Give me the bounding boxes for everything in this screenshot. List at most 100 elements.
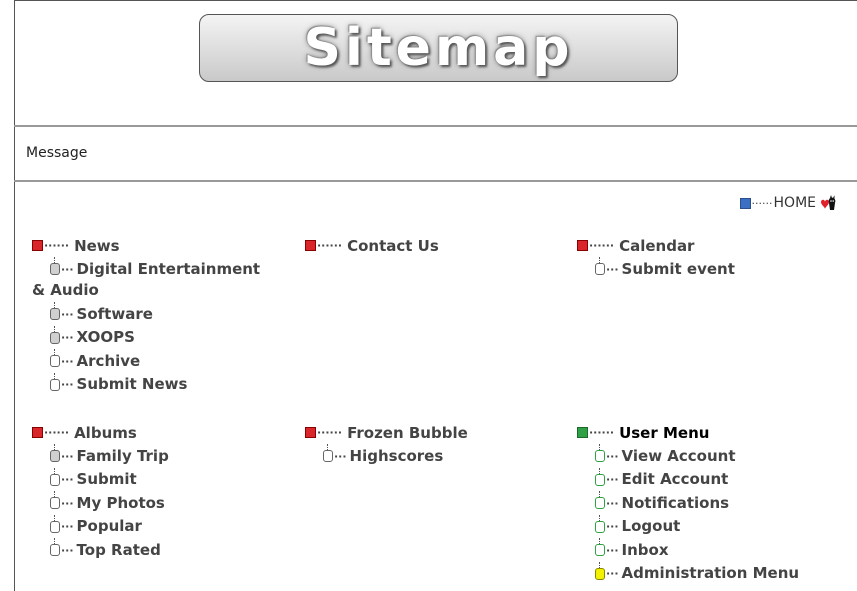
connector-dots: ···: [61, 520, 74, 533]
news-item-label[interactable]: Submit News: [77, 373, 188, 397]
section-frozen-bubble: ······ Frozen Bubble ··· Highscores: [305, 421, 555, 468]
news-item-label[interactable]: Archive: [77, 350, 141, 374]
connector-dots: ···: [61, 449, 74, 463]
user-menu-item-label[interactable]: View Account: [622, 445, 736, 469]
connector-dots: ···: [61, 543, 74, 557]
connector-dots: ···: [61, 262, 74, 276]
tree-node-icon: [50, 491, 60, 510]
albums-item-label[interactable]: Top Rated: [77, 539, 161, 563]
news-bullet-icon: [32, 240, 43, 252]
albums-link[interactable]: Albums: [74, 424, 137, 442]
frozen-bubble-item-label[interactable]: Highscores: [350, 445, 444, 469]
tree-node-icon: [595, 257, 605, 276]
user-menu-item-logout[interactable]: ··· Logout: [577, 514, 837, 539]
news-item-digital-entertainment-wrap: & Audio: [32, 279, 302, 303]
news-item-label[interactable]: Software: [77, 303, 153, 327]
calendar-item-submit-event[interactable]: ··· Submit event: [577, 257, 837, 282]
connector-dots: ···: [606, 567, 619, 580]
calendar-item-label[interactable]: Submit event: [622, 258, 735, 282]
connector-dots: ···: [61, 354, 74, 368]
connector-dots: ···: [606, 262, 619, 276]
tree-node-icon: [595, 467, 605, 486]
connector-dots: ···: [61, 331, 74, 344]
section-albums: ······ Albums ··· Family Trip ··· Submit…: [32, 421, 302, 562]
user-menu-dots: ······: [589, 426, 615, 440]
connector-dots: ···: [334, 449, 347, 463]
tree-node-icon: [50, 257, 60, 276]
calendar-link[interactable]: Calendar: [619, 237, 694, 255]
news-item-archive[interactable]: ··· Archive: [32, 349, 302, 374]
user-menu-bullet-icon: [577, 427, 588, 439]
section-user-menu-header[interactable]: ······ User Menu: [577, 421, 837, 445]
connector-dots: ···: [61, 496, 74, 510]
section-calendar-header[interactable]: ······ Calendar: [577, 234, 837, 258]
user-menu-item-edit-account[interactable]: ··· Edit Account: [577, 467, 837, 492]
section-frozen-bubble-header[interactable]: ······ Frozen Bubble: [305, 421, 555, 445]
frozen-bubble-link[interactable]: Frozen Bubble: [347, 424, 468, 442]
section-contact-us-header[interactable]: ······ Contact Us: [305, 234, 555, 258]
user-menu-item-inbox[interactable]: ··· Inbox: [577, 538, 837, 563]
connector-dots: ···: [606, 449, 619, 463]
divider-top: [14, 125, 857, 127]
albums-item-my-photos[interactable]: ··· My Photos: [32, 491, 302, 516]
contact-us-link[interactable]: Contact Us: [347, 237, 439, 255]
albums-item-popular[interactable]: ··· Popular: [32, 514, 302, 539]
connector-dots: ···: [61, 307, 74, 321]
tree-node-icon: [50, 538, 60, 557]
calendar-dots: ······: [589, 239, 615, 253]
albums-item-family-trip[interactable]: ··· Family Trip: [32, 444, 302, 469]
news-item-label[interactable]: XOOPS: [77, 326, 135, 350]
tree-node-icon: [50, 325, 60, 344]
home-label[interactable]: HOME: [774, 195, 816, 211]
tree-node-icon: [50, 349, 60, 368]
section-calendar: ······ Calendar ··· Submit event: [577, 234, 837, 281]
section-albums-header[interactable]: ······ Albums: [32, 421, 302, 445]
message-text: Message: [26, 145, 88, 161]
news-item-software[interactable]: ··· Software: [32, 302, 302, 327]
section-news-header[interactable]: ······ News: [32, 234, 302, 258]
user-menu-item-view-account[interactable]: ··· View Account: [577, 444, 837, 469]
albums-item-top-rated[interactable]: ··· Top Rated: [32, 538, 302, 563]
albums-item-label[interactable]: Popular: [77, 515, 142, 539]
news-item-digital-entertainment[interactable]: ··· Digital Entertainment: [32, 257, 302, 282]
sitemap-logo: Sitemap: [199, 14, 678, 82]
user-menu-item-administration-menu[interactable]: ··· Administration Menu: [577, 561, 837, 586]
tree-node-icon: [595, 538, 605, 557]
user-menu-item-label[interactable]: Inbox: [622, 539, 669, 563]
news-item-label-wrap: & Audio: [32, 281, 99, 299]
tree-node-icon: [595, 491, 605, 510]
tree-node-icon: [595, 561, 605, 580]
news-link[interactable]: News: [74, 237, 120, 255]
connector-dots: ···: [606, 543, 619, 557]
tree-node-icon: [50, 467, 60, 486]
home-bullet-icon: [739, 197, 751, 209]
tree-node-icon: [595, 514, 605, 533]
connector-dots: ···: [606, 473, 619, 486]
tree-node-icon: [50, 302, 60, 321]
tree-node-icon: [595, 444, 605, 463]
home-dots: ······: [751, 196, 773, 210]
albums-item-submit[interactable]: ··· Submit: [32, 467, 302, 492]
frozen-bubble-bullet-icon: [305, 427, 316, 439]
albums-item-label[interactable]: My Photos: [77, 492, 165, 516]
calendar-bullet-icon: [577, 240, 588, 252]
albums-item-label[interactable]: Submit: [77, 468, 137, 492]
tree-node-icon: [50, 514, 60, 533]
home-link[interactable]: ······ HOME: [739, 194, 837, 212]
user-menu-item-label[interactable]: Logout: [622, 515, 681, 539]
user-menu-item-label[interactable]: Notifications: [622, 492, 730, 516]
news-item-xoops[interactable]: ··· XOOPS: [32, 325, 302, 350]
user-menu-item-label[interactable]: Edit Account: [622, 468, 729, 492]
heart-mascot-icon: [821, 195, 836, 210]
news-item-submit-news[interactable]: ··· Submit News: [32, 372, 302, 397]
sitemap-logo-text: Sitemap: [303, 18, 574, 78]
section-news: ······ News ··· Digital Entertainment & …: [32, 234, 302, 397]
tree-node-icon: [50, 372, 60, 391]
user-menu-item-notifications[interactable]: ··· Notifications: [577, 491, 837, 516]
albums-item-label[interactable]: Family Trip: [77, 445, 169, 469]
user-menu-link[interactable]: User Menu: [619, 424, 709, 442]
tree-node-icon: [50, 444, 60, 463]
frozen-bubble-item-highscores[interactable]: ··· Highscores: [305, 444, 555, 469]
news-item-label[interactable]: Digital Entertainment: [77, 258, 261, 282]
user-menu-item-label[interactable]: Administration Menu: [622, 562, 800, 586]
